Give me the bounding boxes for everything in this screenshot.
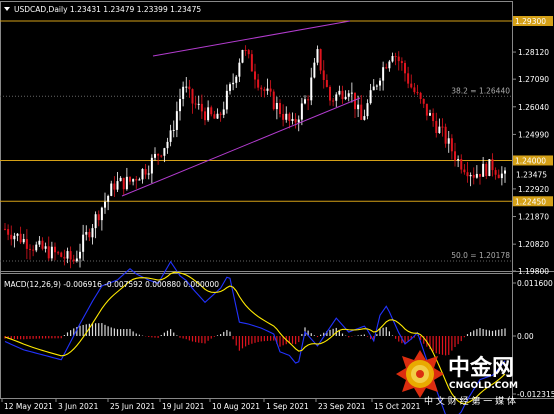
level-price-tag-text: 1.24000: [515, 156, 546, 165]
time-tick-label: 19 Jul 2021: [162, 402, 205, 411]
watermark-brand: 中金网: [448, 355, 514, 381]
level-price-tag-text: 1.29300: [515, 17, 546, 26]
fibonacci-level-label: 38.2 = 1.26440: [451, 86, 510, 95]
price-tick-label: 1.19800: [518, 267, 549, 276]
time-tick-label: 25 Jun 2021: [110, 402, 155, 411]
price-tick-label: 1.24990: [518, 130, 549, 139]
chart-title-text: USDCAD,Daily 1.23431 1.23479 1.23399 1.2…: [14, 5, 201, 14]
time-tick-label: 23 Sep 2021: [318, 402, 366, 411]
macd-title: MACD(12,26,9) -0.006916 -0.007592 0.0008…: [4, 280, 219, 289]
time-tick-label: 1 Sep 2021: [266, 402, 309, 411]
level-price-tag-text: 1.22450: [515, 197, 546, 206]
watermark-site: CNGOLD.COM: [449, 381, 518, 391]
candlestick: [272, 89, 275, 111]
chart-title: USDCAD,Daily 1.23431 1.23479 1.23399 1.2…: [4, 5, 201, 14]
time-tick-label: 12 May 2021: [4, 402, 53, 411]
candlestick: [241, 49, 244, 64]
price-tick-label: 1.28120: [518, 48, 549, 57]
fibonacci-level-label: 50.0 = 1.20178: [451, 251, 510, 260]
time-tick-label: 3 Jun 2021: [58, 402, 99, 411]
current-price-tag-text: 1.23475: [516, 170, 547, 179]
price-tick-label: 1.27090: [518, 75, 549, 84]
watermark-slogan: 中 文 财 经 第 一 媒 体: [424, 395, 516, 407]
price-tick-label: 1.20820: [518, 240, 549, 249]
price-tick-label: 1.26040: [518, 103, 549, 112]
coin-logo-icon: [396, 350, 444, 398]
macd-tick-label: 0.00: [517, 332, 534, 341]
candlestick: [319, 48, 322, 75]
price-tick-label: 1.22920: [518, 185, 549, 194]
candlestick: [488, 159, 491, 177]
price-tick-label: 1.21870: [518, 213, 549, 222]
time-tick-label: 10 Aug 2021: [212, 402, 260, 411]
watermark-logo: 中金网 CNGOLD.COM 中 文 财 经 第 一 媒 体: [396, 350, 518, 407]
macd-tick-label: 0.011600: [517, 279, 553, 288]
